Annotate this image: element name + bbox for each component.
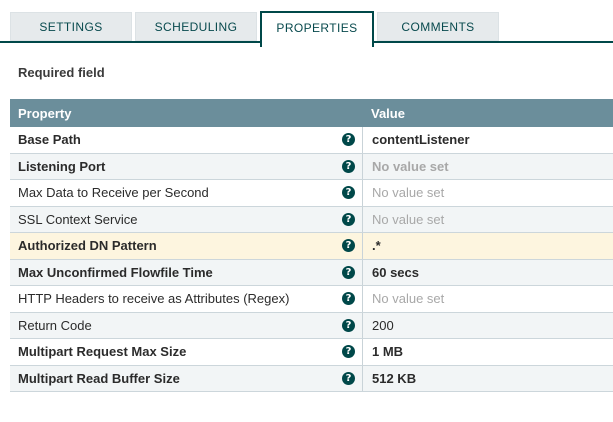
table-row: SSL Context Service ? No value set xyxy=(10,206,613,233)
property-name-cell: Authorized DN Pattern ? xyxy=(10,233,362,259)
help-icon[interactable]: ? xyxy=(342,292,355,306)
property-name-cell: Multipart Read Buffer Size ? xyxy=(10,366,362,392)
property-value[interactable]: No value set xyxy=(362,206,613,232)
help-icon[interactable]: ? xyxy=(342,186,355,200)
property-value[interactable]: No value set xyxy=(362,286,613,312)
help-icon[interactable]: ? xyxy=(342,265,355,279)
property-name-cell: Base Path ? xyxy=(10,127,362,153)
property-name: Max Data to Receive per Second xyxy=(18,185,209,201)
table-header-row: Property Value xyxy=(10,99,613,127)
table-row: Multipart Request Max Size ? 1 MB xyxy=(10,339,613,366)
property-name: HTTP Headers to receive as Attributes (R… xyxy=(18,291,290,307)
tab-comments[interactable]: COMMENTS xyxy=(377,12,499,41)
property-name: Listening Port xyxy=(18,158,106,174)
property-value[interactable]: 200 xyxy=(362,312,613,338)
help-icon[interactable]: ? xyxy=(342,239,355,253)
property-value[interactable]: 1 MB xyxy=(362,339,613,365)
property-value[interactable]: contentListener xyxy=(362,127,613,153)
tab-settings[interactable]: SETTINGS xyxy=(10,12,132,41)
property-value[interactable]: 512 KB xyxy=(362,365,613,391)
table-row: HTTP Headers to receive as Attributes (R… xyxy=(10,286,613,313)
help-icon[interactable]: ? xyxy=(342,345,355,359)
property-name: Base Path xyxy=(18,132,81,148)
tab-scheduling[interactable]: SCHEDULING xyxy=(135,12,257,41)
table-row: Return Code ? 200 xyxy=(10,312,613,339)
help-icon[interactable]: ? xyxy=(342,212,355,226)
property-name-cell: HTTP Headers to receive as Attributes (R… xyxy=(10,286,362,312)
required-field-note: Required field xyxy=(18,65,105,80)
help-icon[interactable]: ? xyxy=(342,159,355,173)
table-row: Authorized DN Pattern ? .* xyxy=(10,233,613,260)
table-row: Max Data to Receive per Second ? No valu… xyxy=(10,180,613,207)
property-name: Return Code xyxy=(18,317,92,333)
property-name-cell: Max Data to Receive per Second ? xyxy=(10,180,362,206)
property-name-cell: Multipart Request Max Size ? xyxy=(10,339,362,365)
help-icon[interactable]: ? xyxy=(342,371,355,385)
property-name-cell: Max Unconfirmed Flowfile Time ? xyxy=(10,260,362,286)
property-name-cell: SSL Context Service ? xyxy=(10,207,362,233)
property-name-cell: Listening Port ? xyxy=(10,154,362,180)
table-row: Base Path ? contentListener xyxy=(10,127,613,154)
tab-properties[interactable]: PROPERTIES xyxy=(260,11,374,47)
help-icon[interactable]: ? xyxy=(342,133,355,147)
property-name: Authorized DN Pattern xyxy=(18,238,157,254)
property-value[interactable]: 60 secs xyxy=(362,259,613,285)
property-value[interactable]: No value set xyxy=(362,180,613,206)
table-row: Max Unconfirmed Flowfile Time ? 60 secs xyxy=(10,259,613,286)
property-name: SSL Context Service xyxy=(18,211,138,227)
property-name: Multipart Request Max Size xyxy=(18,344,187,360)
property-name-cell: Return Code ? xyxy=(10,313,362,339)
property-name: Multipart Read Buffer Size xyxy=(18,370,180,386)
help-icon[interactable]: ? xyxy=(342,318,355,332)
table-row: Listening Port ? No value set xyxy=(10,153,613,180)
property-value[interactable]: No value set xyxy=(362,153,613,179)
property-name: Max Unconfirmed Flowfile Time xyxy=(18,264,213,280)
column-header-property: Property xyxy=(18,105,72,121)
column-header-value: Value xyxy=(371,105,405,121)
properties-table: Property Value Base Path ? contentListen… xyxy=(10,99,613,392)
table-row: Multipart Read Buffer Size ? 512 KB xyxy=(10,365,613,392)
property-value[interactable]: .* xyxy=(362,233,613,259)
tab-bar: SETTINGS SCHEDULING PROPERTIES COMMENTS xyxy=(0,0,613,48)
